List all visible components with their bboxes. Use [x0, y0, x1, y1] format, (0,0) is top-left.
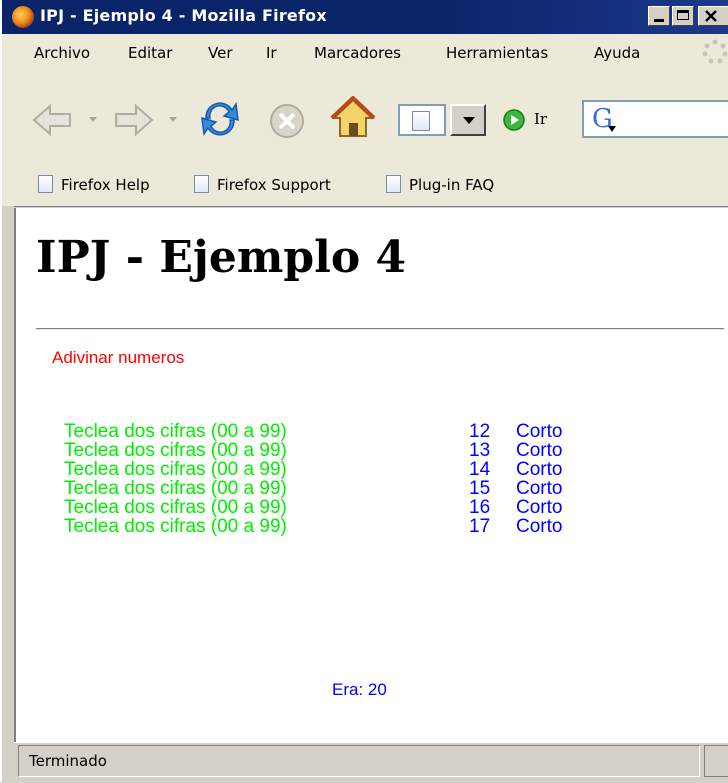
- guess-prompt: Teclea dos cifras (00 a 99): [64, 421, 287, 442]
- go-icon[interactable]: [502, 108, 526, 132]
- throbber-icon: [702, 39, 728, 64]
- menu-editar[interactable]: Editar: [128, 44, 172, 62]
- go-label[interactable]: Ir: [534, 110, 547, 128]
- search-field[interactable]: G: [582, 100, 728, 138]
- bookmark-label: Firefox Support: [217, 176, 331, 194]
- guess-prompt: Teclea dos cifras (00 a 99): [64, 478, 287, 499]
- back-dropdown-icon[interactable]: [88, 116, 98, 124]
- minimize-button[interactable]: [648, 6, 670, 26]
- bookmark-label: Plug-in FAQ: [409, 176, 495, 194]
- guess-prompt: Teclea dos cifras (00 a 99): [64, 459, 287, 480]
- guess-result: Corto: [516, 516, 563, 537]
- minimize-icon: [654, 19, 664, 22]
- chevron-down-icon: [463, 117, 475, 124]
- guess-prompt: Teclea dos cifras (00 a 99): [64, 440, 287, 461]
- stop-icon[interactable]: [268, 102, 306, 140]
- guess-result: Corto: [516, 440, 563, 461]
- bookmark-firefox-help[interactable]: Firefox Help: [38, 175, 150, 194]
- page-heading: IPJ - Ejemplo 4: [36, 232, 407, 283]
- status-text: Terminado: [18, 745, 700, 777]
- guess-result: Corto: [516, 497, 563, 518]
- guess-number: 16: [469, 497, 491, 518]
- bookmark-page-icon: [386, 175, 401, 193]
- guess-number: 15: [469, 478, 491, 499]
- guess-number: 13: [469, 440, 491, 461]
- guess-number: 14: [469, 459, 491, 480]
- title-bar[interactable]: IPJ - Ejemplo 4 - Mozilla Firefox: [2, 0, 728, 34]
- page-icon: [412, 111, 430, 131]
- menu-ayuda[interactable]: Ayuda: [594, 44, 640, 62]
- status-bar: Terminado: [14, 742, 728, 783]
- page-content[interactable]: IPJ - Ejemplo 4 Adivinar numeros Teclea …: [14, 208, 728, 742]
- bookmark-page-icon: [38, 175, 53, 193]
- guess-number: 17: [469, 516, 491, 537]
- back-arrow-icon[interactable]: [30, 102, 74, 138]
- address-dropdown-button[interactable]: [450, 104, 486, 136]
- menu-bar: Archivo Editar Ver Ir Marcadores Herrami…: [2, 34, 728, 71]
- guess-result: Corto: [516, 478, 563, 499]
- google-search-icon: G: [592, 104, 613, 134]
- bookmark-page-icon: [194, 175, 209, 193]
- page-subtitle: Adivinar numeros: [52, 348, 185, 367]
- close-icon: [705, 10, 717, 22]
- guess-prompt: Teclea dos cifras (00 a 99): [64, 516, 287, 537]
- menu-archivo[interactable]: Archivo: [34, 44, 90, 62]
- maximize-icon: [677, 10, 689, 20]
- menu-ir[interactable]: Ir: [266, 44, 277, 62]
- maximize-button[interactable]: [672, 6, 694, 26]
- answer-text: Era: 20: [332, 680, 387, 699]
- reload-icon[interactable]: [198, 98, 242, 140]
- guess-number: 12: [469, 421, 491, 442]
- menu-herramientas[interactable]: Herramientas: [446, 44, 548, 62]
- firefox-logo-icon: [12, 6, 34, 28]
- bookmark-firefox-support[interactable]: Firefox Support: [194, 175, 331, 194]
- window-title: IPJ - Ejemplo 4 - Mozilla Firefox: [40, 6, 327, 25]
- menu-marcadores[interactable]: Marcadores: [314, 44, 401, 62]
- guess-result: Corto: [516, 421, 563, 442]
- forward-arrow-icon[interactable]: [112, 102, 156, 138]
- bookmark-plugin-faq[interactable]: Plug-in FAQ: [386, 175, 494, 194]
- status-resize-grip[interactable]: [704, 745, 728, 777]
- page-proxy-box[interactable]: [398, 104, 446, 136]
- menu-ver[interactable]: Ver: [208, 44, 233, 62]
- bookmarks-toolbar: Firefox Help Firefox Support Plug-in FAQ: [2, 162, 728, 207]
- navigation-toolbar: Ir G: [2, 70, 728, 163]
- home-icon[interactable]: [330, 96, 376, 140]
- close-button[interactable]: [698, 6, 728, 26]
- guess-prompt: Teclea dos cifras (00 a 99): [64, 497, 287, 518]
- horizontal-rule: [36, 328, 724, 330]
- forward-dropdown-icon[interactable]: [168, 116, 178, 124]
- window-left-border: [2, 206, 14, 782]
- browser-window: IPJ - Ejemplo 4 - Mozilla Firefox Archiv…: [0, 0, 728, 783]
- bookmark-label: Firefox Help: [61, 176, 150, 194]
- guess-result: Corto: [516, 459, 563, 480]
